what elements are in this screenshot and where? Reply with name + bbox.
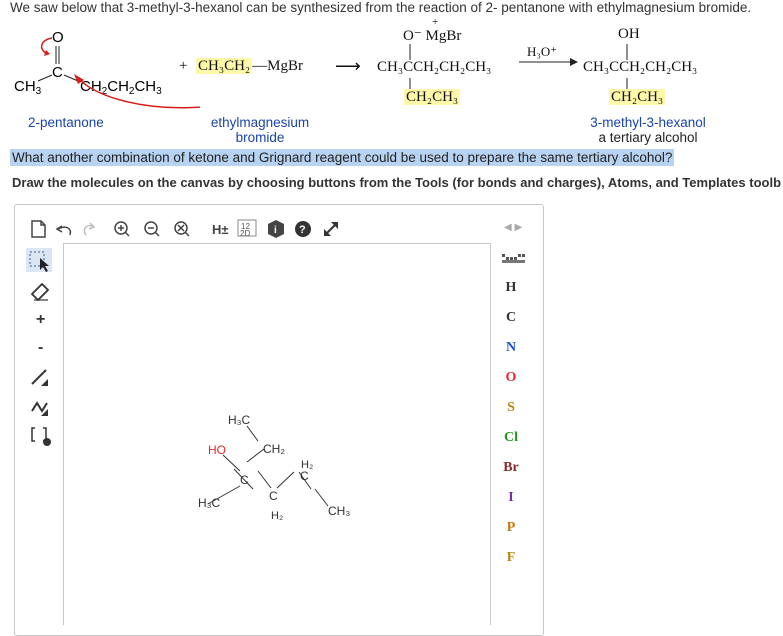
- atom-palette: H C N O S Cl Br I P F: [498, 248, 528, 578]
- atom-ch3-right[interactable]: CH₃: [328, 504, 350, 518]
- atom-button-f[interactable]: F: [501, 550, 521, 566]
- instructions-text: Draw the molecules on the canvas by choo…: [12, 175, 782, 190]
- atom-button-p[interactable]: P: [501, 520, 521, 536]
- atom-h2-mid: H₂: [271, 510, 283, 522]
- periodic-table-icon[interactable]: [498, 248, 528, 268]
- caption-product: 3-methyl-3-hexanol a tertiary alcohol: [578, 115, 718, 145]
- select-tool-icon[interactable]: [26, 248, 52, 272]
- caption-grignard-line1: ethylmagnesium: [210, 115, 310, 130]
- help-icon[interactable]: ?: [295, 221, 311, 237]
- zoom-in-icon[interactable]: [114, 221, 130, 237]
- svg-text:2D: 2D: [240, 229, 250, 238]
- zoom-out-icon[interactable]: [144, 221, 160, 237]
- redo-icon[interactable]: [83, 222, 96, 236]
- expand-icon[interactable]: [324, 222, 338, 236]
- product-main: CH₃CCH₂CH₂CH₃: [583, 59, 698, 75]
- product-sub-highlight: CH₂CH₃: [609, 89, 666, 105]
- atom-button-n[interactable]: N: [501, 340, 521, 356]
- atom-c-mid[interactable]: C: [269, 489, 278, 503]
- positive-charge-tool[interactable]: +: [36, 311, 45, 328]
- 2d-clean-icon[interactable]: 12 2D: [237, 219, 257, 238]
- atom-button-o[interactable]: O: [501, 370, 521, 386]
- atom-c-right[interactable]: C: [300, 469, 309, 483]
- top-toolbar: H± 12 2D i ?: [28, 218, 358, 240]
- caption-grignard: ethylmagnesium bromide: [200, 115, 320, 145]
- atom-button-cl[interactable]: Cl: [501, 430, 521, 446]
- negative-charge-tool[interactable]: -: [38, 339, 43, 356]
- intermediate-main: CH₃CCH₂CH₂CH₃: [377, 59, 492, 75]
- scroll-arrows-icon[interactable]: ◀ ▶: [504, 222, 522, 233]
- atom-button-br[interactable]: Br: [501, 460, 521, 476]
- atom-button-h[interactable]: H: [501, 280, 521, 296]
- intermediate-sub: CH₂CH₃: [404, 89, 461, 106]
- bracket-tool-icon[interactable]: [31, 427, 51, 446]
- info-icon[interactable]: i: [268, 220, 284, 238]
- new-document-icon[interactable]: [31, 220, 46, 238]
- intermediate-sub-highlight: CH₂CH₃: [404, 89, 461, 105]
- caption-ketone: 2-pentanone: [28, 115, 104, 130]
- clear-icon[interactable]: [174, 221, 190, 237]
- reaction-scheme: O C CH3 CH2CH2CH3 + CH₃CH₂ —MgBr ⟶ + O⁻ M…: [0, 16, 783, 148]
- atom-h3c-top[interactable]: H₃C: [228, 413, 251, 427]
- caption-product-line1: 3-methyl-3-hexanol: [590, 115, 706, 130]
- chain-tool-icon[interactable]: [31, 401, 48, 416]
- atom-c-center[interactable]: C: [240, 473, 249, 487]
- svg-text:i: i: [274, 225, 277, 236]
- single-bond-tool[interactable]: [31, 369, 47, 385]
- undo-icon[interactable]: [55, 225, 72, 236]
- svg-text:?: ?: [299, 224, 306, 236]
- atom-button-s[interactable]: S: [501, 400, 521, 416]
- caption-grignard-line2: bromide: [235, 130, 285, 145]
- h-toggle-button[interactable]: H±: [212, 222, 229, 237]
- atom-h3c-left[interactable]: H₃C: [198, 496, 221, 510]
- left-tools: + -: [26, 248, 56, 458]
- product-oh: OH: [618, 26, 640, 42]
- reagent-h3o: H₃O⁺: [527, 44, 558, 59]
- intro-text: We saw below that 3-methyl-3-hexanol can…: [10, 0, 752, 15]
- caption-product-line2: a tertiary alcohol: [598, 130, 698, 145]
- atom-button-c[interactable]: C: [501, 310, 521, 326]
- question-text: What another combination of ketone and G…: [10, 149, 675, 166]
- canvas-molecule: H₃C CH₂ HO C H₃C C H₂ H₂ C CH₃: [198, 413, 350, 522]
- drawing-canvas[interactable]: H₃C CH₂ HO C H₃C C H₂ H₂ C CH₃: [63, 243, 491, 625]
- atom-ho[interactable]: HO: [208, 443, 226, 457]
- atom-button-i[interactable]: I: [501, 490, 521, 506]
- atom-ch2[interactable]: CH₂: [263, 442, 285, 456]
- product-sub: CH₂CH₃: [609, 89, 666, 106]
- eraser-tool-icon[interactable]: [30, 282, 50, 302]
